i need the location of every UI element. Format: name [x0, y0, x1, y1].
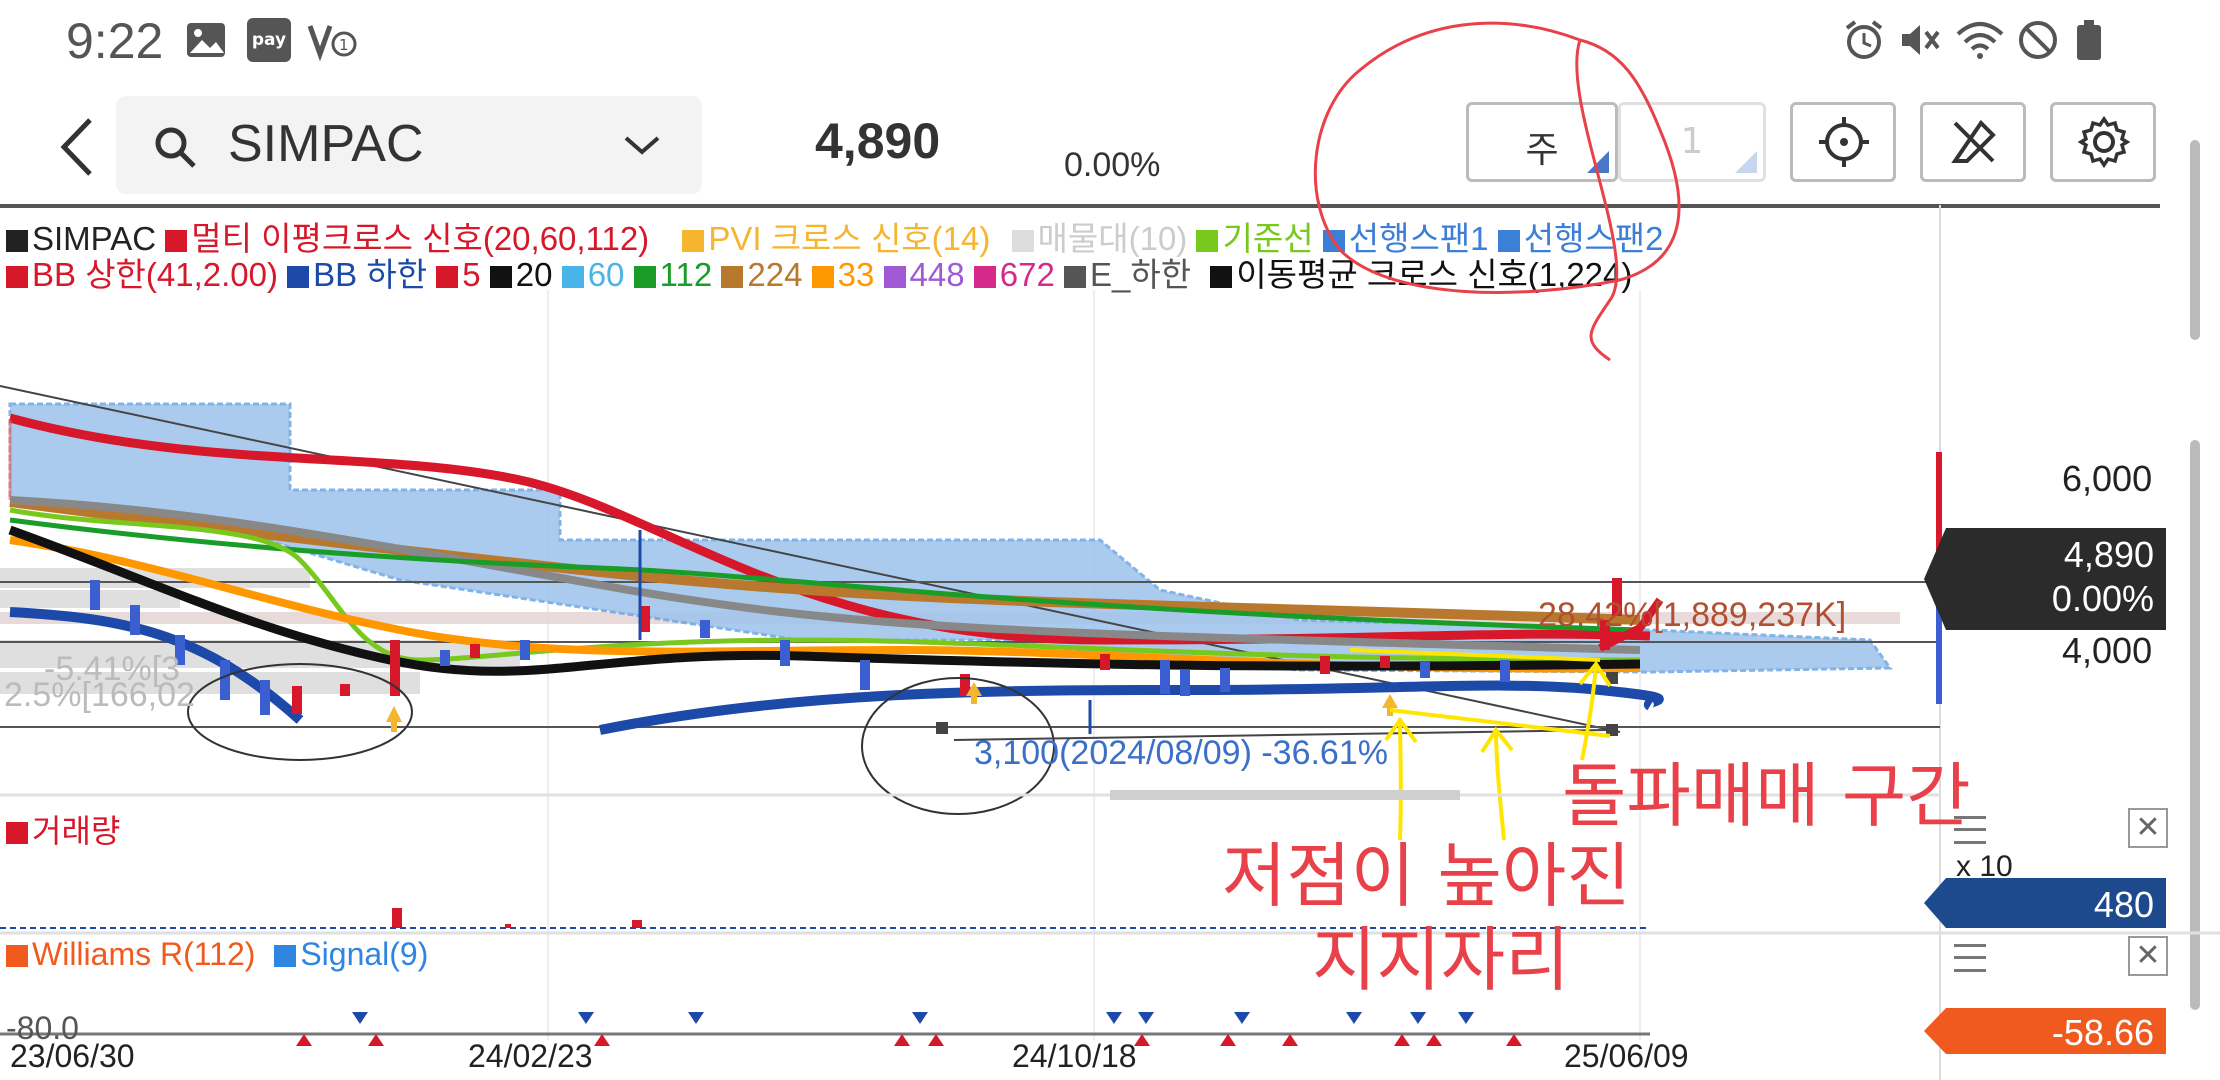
chart-canvas[interactable]: [0, 0, 2220, 1080]
badge-change: 0.00%: [2051, 578, 2154, 619]
price-tick: 4,000: [2062, 630, 2153, 671]
marker-square: [936, 722, 948, 734]
note-support: 지지자리: [1312, 919, 1570, 1001]
badge-pointer: [1924, 1008, 1946, 1054]
period-low-label: 3,100(2024/08/09) -36.61%: [974, 734, 1388, 772]
x-axis-date: 24/02/23: [468, 1038, 593, 1074]
williams-value: -58.66: [2051, 1012, 2154, 1053]
volume-badge: 480: [1924, 878, 2166, 928]
volume-bars: [392, 908, 642, 928]
menu-icon[interactable]: [1954, 944, 1986, 972]
profile-label-2: 2.5%[166,02: [4, 676, 195, 714]
volume-profile-label: 28.42%[1,889,237K]: [1538, 596, 1847, 634]
volume-panel-title[interactable]: 거래량: [6, 806, 120, 852]
close-panel-button[interactable]: ✕: [2128, 808, 2168, 848]
handwritten-circle: [1313, 21, 1681, 362]
volume-value: 480: [2093, 884, 2154, 925]
price-tick: 6,000: [2062, 458, 2153, 499]
williams-sell-arrows: [352, 1012, 1474, 1024]
current-price-badge: 4,890 0.00%: [1924, 528, 2166, 630]
williams-panel-title[interactable]: Williams R(112) Signal(9): [6, 936, 428, 973]
x-axis-date: 23/06/30: [10, 1038, 135, 1074]
horizontal-scrollbar[interactable]: [1110, 790, 1460, 800]
williams-badge: -58.66: [1924, 1008, 2166, 1054]
close-panel-button[interactable]: ✕: [2128, 936, 2168, 976]
badge-price: 4,890: [2063, 534, 2154, 575]
x-axis-date: 24/10/18: [1012, 1038, 1137, 1074]
x-axis-date: 25/06/09: [1564, 1038, 1689, 1074]
badge-pointer: [1924, 528, 1946, 630]
badge-pointer: [1924, 878, 1946, 928]
